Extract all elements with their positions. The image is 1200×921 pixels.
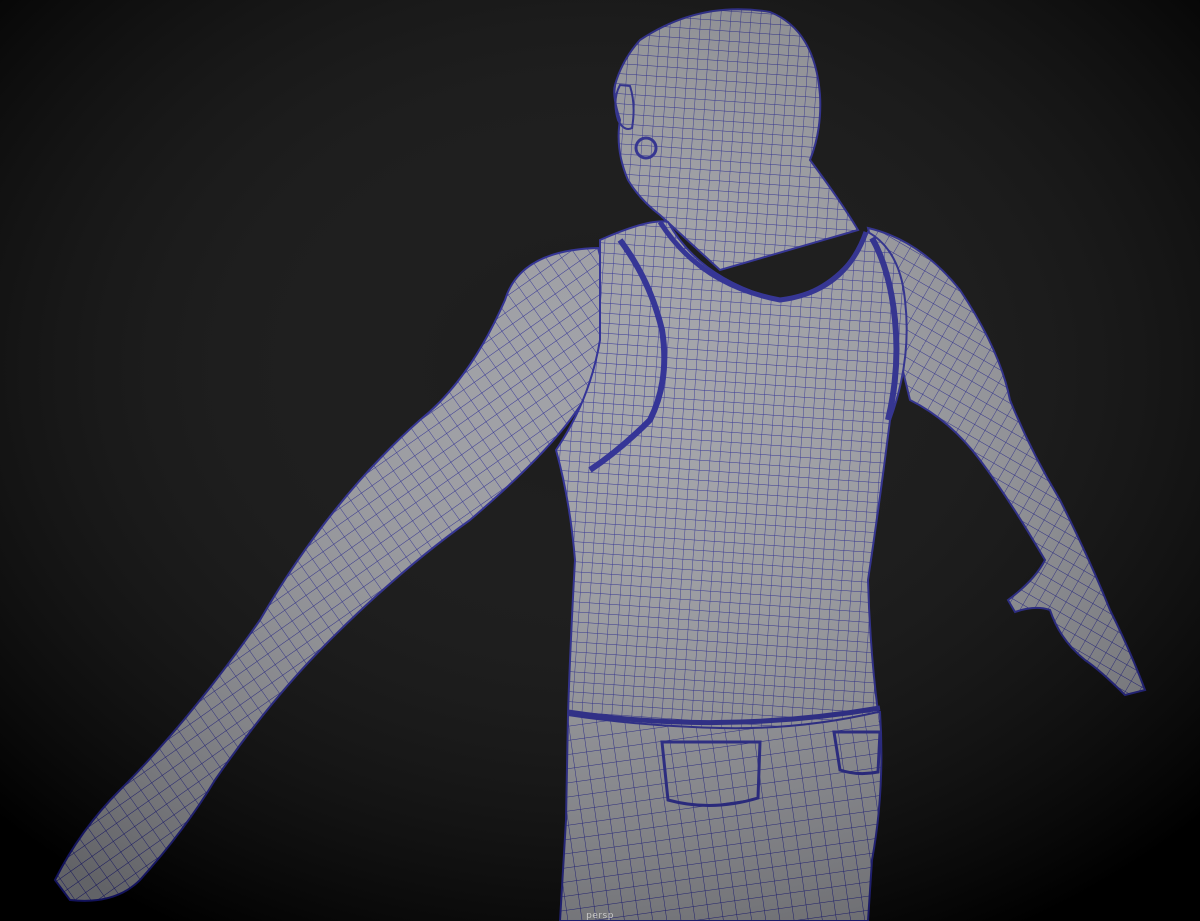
camera-name-label: persp xyxy=(586,911,614,921)
maya-viewport-panel[interactable]: persp xyxy=(0,0,1200,921)
tank-top-mesh xyxy=(554,220,908,730)
right-arm-mesh xyxy=(866,226,1147,697)
wireframe-character-model[interactable] xyxy=(0,0,1200,921)
left-arm-mesh xyxy=(53,246,622,902)
